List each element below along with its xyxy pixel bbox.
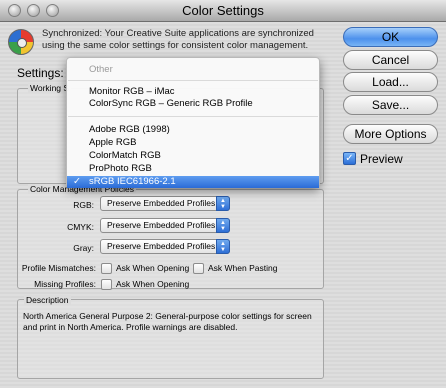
minimize-window-button[interactable] — [27, 4, 40, 17]
popup-arrows-icon: ▲ ▼ — [216, 239, 230, 254]
load-button[interactable]: Load... — [343, 72, 438, 92]
close-window-button[interactable] — [8, 4, 21, 17]
window-title: Color Settings — [182, 3, 264, 18]
more-options-button[interactable]: More Options — [343, 124, 438, 144]
gray-policy-popup[interactable]: Preserve Embedded Profiles ▲ ▼ — [100, 239, 230, 254]
cancel-button[interactable]: Cancel — [343, 50, 438, 70]
menu-item-prophoto-rgb[interactable]: ProPhoto RGB — [67, 163, 319, 175]
missing-profiles-label: Missing Profiles: — [34, 279, 96, 289]
cmyk-policy-popup[interactable]: Preserve Embedded Profiles ▲ ▼ — [100, 218, 230, 233]
mismatch-ask-pasting-label: Ask When Pasting — [208, 263, 278, 273]
popup-arrows-icon: ▲ ▼ — [216, 218, 230, 233]
settings-label: Settings: — [17, 66, 64, 80]
description-title: Description — [24, 295, 71, 305]
preview-checkbox[interactable]: ✓ — [343, 152, 356, 165]
zoom-window-button[interactable] — [46, 4, 59, 17]
working-spaces-title: Working S — [28, 83, 72, 93]
color-sync-icon — [8, 29, 34, 55]
menu-separator — [68, 80, 318, 81]
checkmark-icon: ✓ — [73, 176, 81, 187]
mismatch-ask-opening-label: Ask When Opening — [116, 263, 190, 273]
menu-item-colorsync-rgb[interactable]: ColorSync RGB – Generic RGB Profile — [67, 98, 319, 110]
menu-item-srgb[interactable]: ✓ sRGB IEC61966-2.1 — [67, 176, 319, 188]
cmyk-label: CMYK: — [67, 222, 94, 232]
missing-ask-opening-label: Ask When Opening — [116, 279, 190, 289]
save-button[interactable]: Save... — [343, 95, 438, 115]
preview-label: Preview — [360, 152, 403, 166]
cmyk-policy-value: Preserve Embedded Profiles — [107, 220, 216, 230]
menu-item-monitor-rgb[interactable]: Monitor RGB – iMac — [67, 86, 319, 98]
menu-separator — [68, 116, 318, 117]
gray-policy-value: Preserve Embedded Profiles — [107, 241, 216, 251]
sync-status-text: Synchronized: Your Creative Suite applic… — [42, 28, 314, 51]
menu-item-colormatch-rgb[interactable]: ColorMatch RGB — [67, 150, 319, 162]
popup-arrows-icon: ▲ ▼ — [216, 196, 230, 211]
title-bar: Color Settings — [0, 0, 446, 22]
menu-item-srgb-label: sRGB IEC61966-2.1 — [89, 176, 176, 187]
profile-mismatches-label: Profile Mismatches: — [21, 263, 96, 273]
mismatch-ask-opening-checkbox[interactable] — [101, 263, 112, 274]
description-text: North America General Purpose 2: General… — [23, 311, 312, 332]
gray-label: Gray: — [73, 243, 94, 253]
menu-item-adobe-rgb[interactable]: Adobe RGB (1998) — [67, 124, 319, 136]
rgb-label: RGB: — [73, 200, 94, 210]
menu-item-apple-rgb[interactable]: Apple RGB — [67, 137, 319, 149]
missing-ask-opening-checkbox[interactable] — [101, 279, 112, 290]
settings-dropdown-menu[interactable]: Other Monitor RGB – iMac ColorSync RGB –… — [66, 57, 320, 188]
rgb-policy-popup[interactable]: Preserve Embedded Profiles ▲ ▼ — [100, 196, 230, 211]
rgb-policy-value: Preserve Embedded Profiles — [107, 198, 216, 208]
ok-button[interactable]: OK — [343, 27, 438, 47]
menu-item-other: Other — [89, 64, 113, 75]
mismatch-ask-pasting-checkbox[interactable] — [193, 263, 204, 274]
